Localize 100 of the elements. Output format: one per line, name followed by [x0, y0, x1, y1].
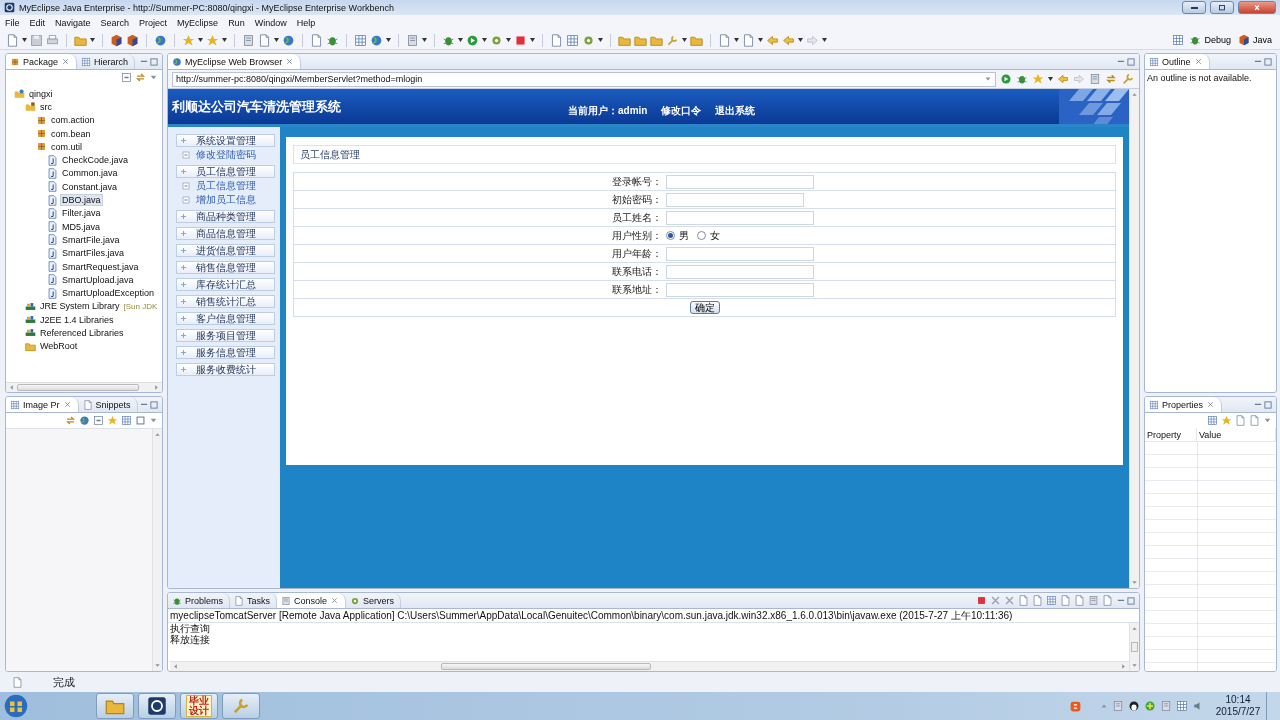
- tree-item[interactable]: CheckCode.java: [60, 154, 131, 167]
- view-tab[interactable]: Snippets: [78, 397, 138, 412]
- maximize-icon[interactable]: [149, 56, 159, 67]
- zoom-in-icon[interactable]: [107, 415, 118, 426]
- tray-expand-icon[interactable]: [1100, 702, 1108, 710]
- tree-item[interactable]: MD5.java: [60, 220, 102, 233]
- caret-icon[interactable]: [798, 38, 803, 42]
- server-icon[interactable]: [1088, 595, 1099, 606]
- view-tab[interactable]: Problems: [168, 593, 230, 608]
- star-icon[interactable]: [182, 33, 195, 47]
- tree-item[interactable]: Constant.java: [60, 180, 120, 193]
- view-tab[interactable]: Console: [277, 593, 347, 608]
- menu-group[interactable]: 销售统计汇总: [176, 295, 275, 308]
- caret-icon[interactable]: [1048, 77, 1053, 81]
- caret-icon[interactable]: [458, 38, 463, 42]
- maximize-icon[interactable]: [1126, 595, 1136, 606]
- tree-item[interactable]: WebRoot: [38, 340, 80, 353]
- view-tab[interactable]: Package: [6, 54, 78, 69]
- editor-tab[interactable]: MyEclipse Web Browser: [168, 54, 302, 69]
- scroll-down-icon[interactable]: [154, 662, 161, 669]
- close-icon[interactable]: [285, 57, 295, 66]
- grid-icon[interactable]: [566, 33, 579, 47]
- arrows-icon[interactable]: [65, 415, 76, 426]
- input-method-icon[interactable]: [1069, 699, 1082, 713]
- star-icon[interactable]: [1032, 73, 1044, 85]
- page-icon[interactable]: [550, 33, 563, 47]
- close-icon[interactable]: [1193, 57, 1203, 66]
- caret-icon[interactable]: [422, 38, 427, 42]
- tree-item[interactable]: src: [38, 100, 54, 113]
- tree-item[interactable]: com.util: [49, 140, 84, 153]
- menu-group[interactable]: 服务项目管理: [176, 329, 275, 342]
- menu-group[interactable]: 销售信息管理: [176, 261, 275, 274]
- menu-group[interactable]: 服务信息管理: [176, 346, 275, 359]
- page-icon[interactable]: [1032, 595, 1043, 606]
- menu-group[interactable]: 库存统计汇总: [176, 278, 275, 291]
- zoom-out-icon[interactable]: [93, 415, 104, 426]
- tree-item[interactable]: JRE System Library: [38, 300, 122, 313]
- caret-icon[interactable]: [734, 38, 739, 42]
- scroll-down-icon[interactable]: [1131, 662, 1138, 669]
- tree-icon[interactable]: [1207, 415, 1218, 426]
- penguin-icon[interactable]: [1128, 700, 1140, 712]
- taskbar-button[interactable]: 毕业 设计: [180, 693, 218, 719]
- close-icon[interactable]: [1206, 400, 1216, 409]
- input-field[interactable]: [666, 174, 814, 189]
- view-tab[interactable]: Servers: [346, 593, 402, 608]
- scroll-left-icon[interactable]: [172, 663, 179, 670]
- scroll-left-icon[interactable]: [8, 384, 15, 391]
- menu-item[interactable]: Window: [254, 18, 287, 28]
- caret-icon[interactable]: [758, 38, 763, 42]
- menu-link[interactable]: 修改登陆密码: [176, 149, 275, 161]
- caret-icon[interactable]: [482, 38, 487, 42]
- input-field[interactable]: [666, 210, 814, 225]
- caret-icon[interactable]: [506, 38, 511, 42]
- globe-icon[interactable]: [154, 33, 167, 47]
- url-field[interactable]: http://summer-pc:8080/qingxi/MemberServlet?method=mlogin: [172, 71, 996, 87]
- tree-item[interactable]: Referenced Libraries: [38, 327, 126, 339]
- grid-icon[interactable]: [354, 33, 367, 47]
- menu-group[interactable]: 进货信息管理: [176, 244, 275, 257]
- header-link[interactable]: 退出系统: [715, 103, 756, 118]
- view-menu-icon[interactable]: [149, 73, 158, 82]
- play-icon[interactable]: [1000, 73, 1012, 85]
- taskbar-button[interactable]: [138, 693, 176, 719]
- wrench-icon[interactable]: [1121, 72, 1135, 86]
- remove-icon[interactable]: [990, 595, 1001, 606]
- close-icon[interactable]: [61, 57, 71, 66]
- menu-group[interactable]: 客户信息管理: [176, 312, 275, 325]
- page-icon[interactable]: [1102, 595, 1113, 606]
- caret-icon[interactable]: [90, 38, 95, 42]
- menu-item[interactable]: MyEclipse: [177, 18, 219, 28]
- page-icon[interactable]: [1018, 595, 1029, 606]
- menu-item[interactable]: Edit: [29, 18, 46, 28]
- menu-item[interactable]: Project: [139, 18, 168, 28]
- input-field[interactable]: [666, 282, 814, 297]
- dropdown-icon[interactable]: [984, 75, 992, 83]
- input-field[interactable]: [666, 264, 814, 279]
- view-tab[interactable]: Outline: [1145, 54, 1210, 69]
- page-icon[interactable]: [1235, 415, 1246, 426]
- caret-icon[interactable]: [822, 38, 827, 42]
- globe-icon[interactable]: [370, 33, 383, 47]
- perspective-button[interactable]: Debug: [1187, 34, 1233, 46]
- tree-item[interactable]: com.bean: [49, 127, 93, 140]
- scroll-down-icon[interactable]: [1131, 579, 1138, 586]
- printer-icon[interactable]: [46, 33, 59, 47]
- menu-item[interactable]: Help: [296, 18, 316, 28]
- tree-item[interactable]: Filter.java: [60, 207, 103, 220]
- tree-item[interactable]: com.action: [49, 114, 97, 127]
- tree-item[interactable]: SmartUpload.java: [60, 273, 136, 286]
- globe-icon[interactable]: [282, 33, 295, 47]
- star-icon[interactable]: [206, 33, 219, 47]
- tree-item[interactable]: SmartRequest.java: [60, 260, 141, 273]
- menu-group[interactable]: 服务收费统计: [176, 363, 275, 376]
- tree-item[interactable]: DBO.java: [60, 194, 103, 206]
- page-icon[interactable]: [310, 33, 323, 47]
- arrow-left-icon[interactable]: [1057, 73, 1069, 85]
- refresh-icon[interactable]: [1105, 73, 1117, 85]
- scroll-right-icon[interactable]: [153, 384, 160, 391]
- globe-icon[interactable]: [79, 415, 90, 426]
- caret-icon[interactable]: [386, 38, 391, 42]
- tree-item[interactable]: SmartFile.java: [60, 233, 122, 246]
- scroll-up-icon[interactable]: [1131, 91, 1138, 98]
